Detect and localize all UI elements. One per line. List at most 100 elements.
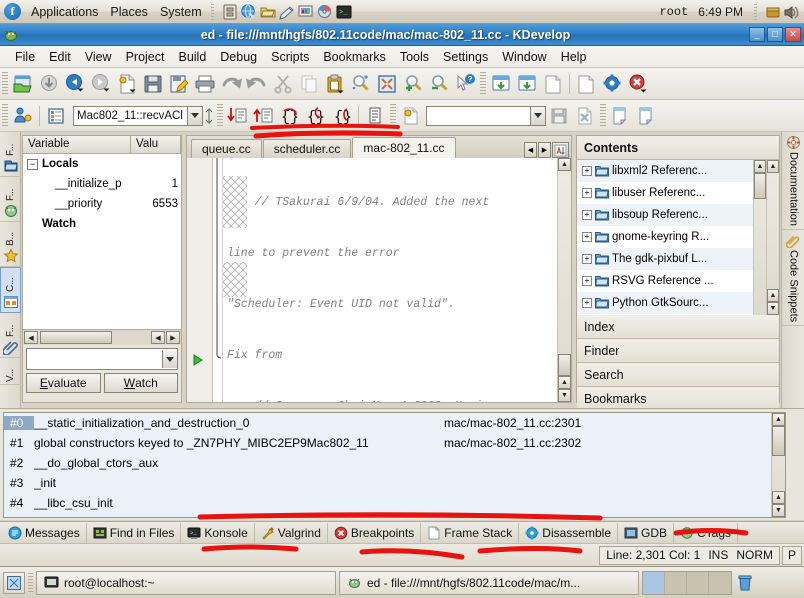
resize-handle[interactable] <box>203 103 215 129</box>
view-source-icon[interactable] <box>362 103 388 129</box>
expander-plus-icon[interactable]: + <box>582 188 592 198</box>
menu-build[interactable]: Build <box>171 48 213 66</box>
minimize-button[interactable]: _ <box>749 27 765 42</box>
sidebar-item-variables[interactable]: V... <box>0 358 21 385</box>
doc-item[interactable]: + The gdk-pixbuf L... <box>577 248 753 270</box>
run-to-cursor-icon[interactable]: {} <box>329 103 355 129</box>
stack-scroll-down-button[interactable]: ▼ <box>772 504 785 517</box>
configure-icon[interactable] <box>599 71 625 97</box>
stack-scroll-up-button[interactable]: ▲ <box>772 413 785 426</box>
bottom-tab-konsole[interactable]: >_ Konsole <box>181 523 254 543</box>
frame-stack-table[interactable]: #0 __static_initialization_and_destructi… <box>3 412 786 518</box>
menu-settings[interactable]: Settings <box>436 48 495 66</box>
doc-contents-list[interactable]: + libxml2 Referenc... + libuser Referenc… <box>577 160 779 315</box>
expander-plus-icon[interactable]: + <box>582 210 592 220</box>
variables-row-locals[interactable]: − Locals <box>23 154 181 174</box>
save-icon[interactable] <box>140 71 166 97</box>
close-button[interactable]: ✕ <box>785 27 801 42</box>
bottom-tab-frame-stack[interactable]: Frame Stack <box>421 523 519 543</box>
trash-icon[interactable] <box>735 572 755 594</box>
frame-stack-vscrollbar[interactable]: ▲ ▲ ▼ <box>771 413 785 517</box>
new-file-icon[interactable] <box>114 71 140 97</box>
variables-row-priority[interactable]: __priority 6553 <box>23 194 181 214</box>
sidebar-item-file-tree[interactable]: F... <box>0 177 21 222</box>
step-out-icon[interactable] <box>251 103 277 129</box>
web-browser-icon[interactable] <box>240 3 258 21</box>
bottom-tab-find-in-files[interactable]: Find in Files <box>87 523 182 543</box>
redo-icon[interactable] <box>244 71 270 97</box>
workspace-3[interactable] <box>687 572 709 594</box>
menu-window[interactable]: Window <box>495 48 553 66</box>
doc-panel-scroll-down-button[interactable]: ▼ <box>767 302 779 315</box>
table-row[interactable]: #5 __libc_start_main /lib/tls/l... <box>4 513 771 518</box>
menu-help[interactable]: Help <box>554 48 594 66</box>
expander-plus-icon[interactable]: + <box>582 254 592 264</box>
print-icon[interactable] <box>192 71 218 97</box>
expression-input[interactable] <box>26 348 178 370</box>
text-editor-icon[interactable] <box>278 3 296 21</box>
panel-username[interactable]: root <box>659 5 688 19</box>
page-b-icon[interactable] <box>634 103 660 129</box>
toolbar2-grip-4[interactable] <box>600 104 606 128</box>
editor-body[interactable]: // TSakurai 6/9/04. Added the next line … <box>187 158 571 402</box>
find-icon[interactable] <box>348 71 374 97</box>
download-icon[interactable] <box>36 71 62 97</box>
doc-panel-vscrollbar[interactable]: ▲ ▲ ▼ <box>766 160 779 315</box>
workspace-1[interactable] <box>643 572 665 594</box>
chevron-down-icon[interactable] <box>187 107 202 125</box>
editor-code-area[interactable]: // TSakurai 6/9/04. Added the next line … <box>223 158 557 402</box>
doc-item[interactable]: + libxml2 Referenc... <box>577 160 753 182</box>
archive-manager-icon[interactable] <box>221 3 239 21</box>
column-value[interactable]: Valu <box>131 136 181 153</box>
variables-row-watch[interactable]: Watch <box>23 214 181 234</box>
menu-bookmarks[interactable]: Bookmarks <box>316 48 393 66</box>
sort-icon[interactable] <box>552 142 569 158</box>
fullscreen-icon[interactable] <box>374 71 400 97</box>
stack-vscroll-thumb[interactable] <box>772 426 785 456</box>
taskbar-item-terminal[interactable]: root@localhost:~ <box>36 571 336 595</box>
doc-item[interactable]: + Python GtkSourc... <box>577 292 753 314</box>
toolbar2-grip[interactable] <box>2 104 8 128</box>
maximize-button[interactable]: □ <box>767 27 783 42</box>
doc-list-vscrollbar[interactable]: ▲ <box>753 160 766 315</box>
table-row[interactable]: #1 global constructors keyed to _ZN7PHY_… <box>4 433 771 453</box>
workspace-2[interactable] <box>665 572 687 594</box>
list-view-icon[interactable] <box>43 103 69 129</box>
table-row[interactable]: #3 _init <box>4 473 771 493</box>
volume-icon[interactable] <box>782 3 800 21</box>
editor-vscrollbar[interactable]: ▲ ▲ ▼ <box>557 158 571 402</box>
editor-icon-border[interactable] <box>187 158 213 402</box>
hscroll-prev-button[interactable]: ◀ <box>151 331 165 344</box>
zoom-in-icon[interactable] <box>400 71 426 97</box>
function-combo[interactable]: Mac802_11::recvACl <box>73 106 203 126</box>
doc-item[interactable]: + libsoup Referenc... <box>577 204 753 226</box>
hscroll-thumb[interactable] <box>40 331 112 344</box>
save-as-icon[interactable] <box>166 71 192 97</box>
terminal-icon[interactable]: >_ <box>335 3 353 21</box>
menu-debug[interactable]: Debug <box>213 48 264 66</box>
doc-item[interactable]: + libuser Referenc... <box>577 182 753 204</box>
open-file-icon[interactable] <box>10 71 36 97</box>
doc-section-contents[interactable]: Contents <box>577 136 779 160</box>
zoom-out-icon[interactable] <box>426 71 452 97</box>
tab-queue-cc[interactable]: queue.cc <box>191 139 262 158</box>
show-desktop-icon[interactable] <box>3 572 25 594</box>
step-into-instruction-icon[interactable]: {} <box>303 103 329 129</box>
bottom-tab-valgrind[interactable]: Valgrind <box>255 523 328 543</box>
scroll-left-button[interactable]: ◀ <box>24 331 38 344</box>
hscroll-next-button[interactable]: ▶ <box>166 331 180 344</box>
cut-icon[interactable] <box>270 71 296 97</box>
bottom-tab-breakpoints[interactable]: Breakpoints <box>328 523 421 543</box>
window-titlebar[interactable]: ed - file:///mnt/hgfs/802.11code/mac/mac… <box>0 24 804 46</box>
variables-tree[interactable]: − Locals __initialize_p 1 __priority 655… <box>23 154 181 329</box>
new-doc-icon[interactable] <box>398 103 424 129</box>
doc-scroll-up-button[interactable]: ▲ <box>754 160 766 173</box>
forward-icon[interactable] <box>88 71 114 97</box>
vscroll-up-button-2[interactable]: ▲ <box>558 376 571 389</box>
doc-item[interactable]: + gnome-keyring R... <box>577 226 753 248</box>
sidebar-item-file-selector[interactable]: F... <box>0 313 21 358</box>
tab-next-button[interactable]: ▶ <box>538 142 551 158</box>
run-file-icon[interactable] <box>573 71 599 97</box>
variables-hscrollbar[interactable]: ◀ ◀ ▶ <box>23 329 181 345</box>
applications-menu[interactable]: Applications <box>25 3 104 21</box>
